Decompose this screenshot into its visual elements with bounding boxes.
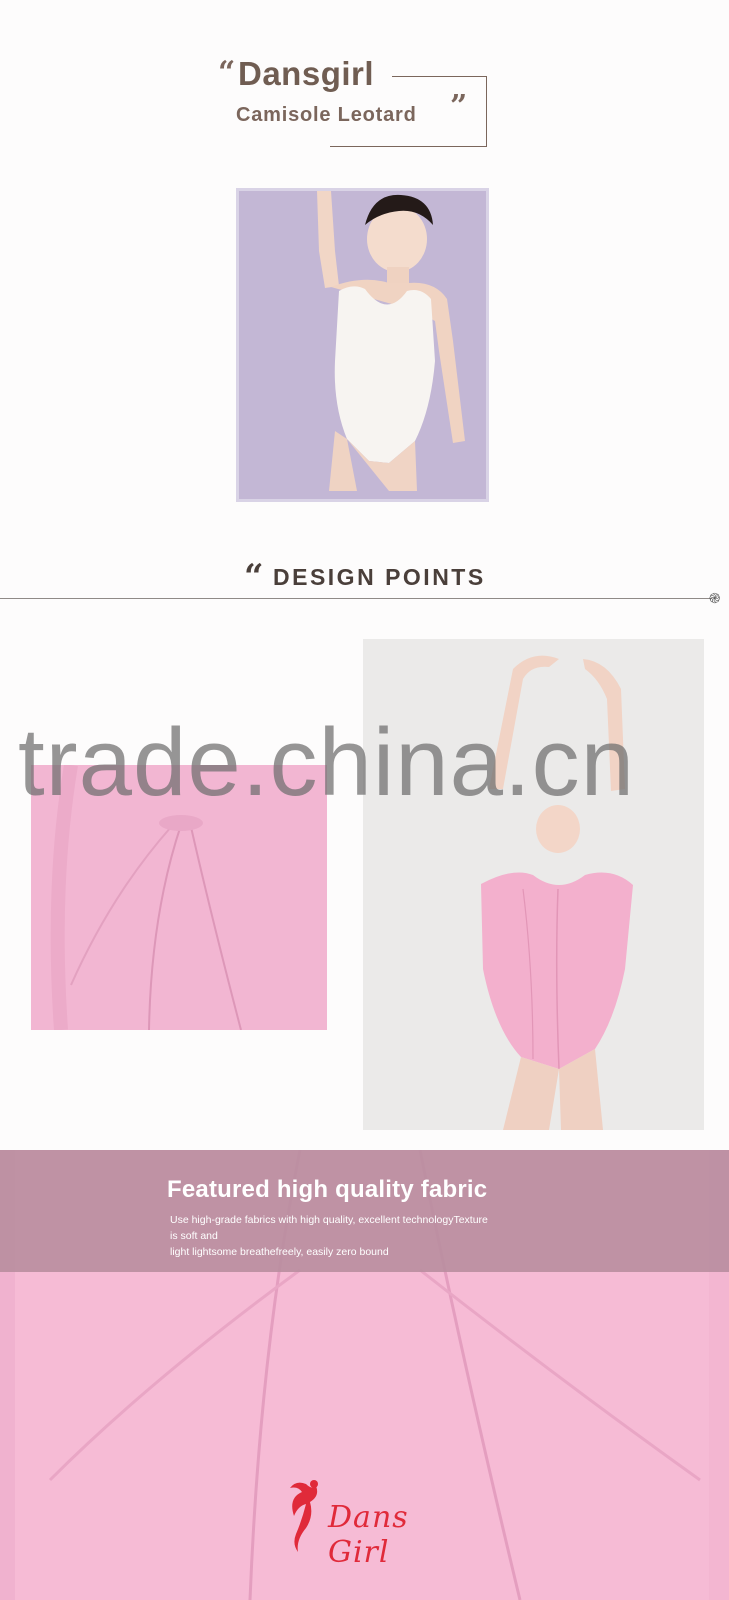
watermark-text: trade.china.cn	[18, 709, 636, 816]
brand-logo-text: Dans Girl	[328, 1500, 409, 1570]
dancer-white-leotard-illustration	[239, 191, 486, 499]
design-quote-mark: “	[244, 557, 263, 597]
title-frame-line-bottom	[330, 146, 487, 147]
fabric-description-line: is soft and	[170, 1230, 218, 1242]
design-points-header: “ DESIGN POINTS ֎	[0, 556, 729, 606]
dancer-logo-icon	[290, 1480, 318, 1552]
swirl-ornament-icon: ֎	[709, 590, 721, 606]
hero-product-photo	[236, 188, 489, 502]
fabric-headline: Featured high quality fabric	[167, 1176, 488, 1203]
brand-logo: Dans Girl	[276, 1476, 476, 1570]
open-quote-mark: “	[218, 55, 236, 90]
title-frame-line-right	[486, 76, 487, 146]
product-title-block: “ Dansgirl Camisole Leotard ”	[0, 0, 729, 170]
fabric-description-line: Use high-grade fabrics with high quality…	[170, 1214, 488, 1226]
section-divider	[0, 598, 712, 599]
close-quote-mark: ”	[450, 89, 468, 124]
product-subtitle: Camisole Leotard	[236, 104, 417, 126]
fabric-description-line: light lightsome breathefreely, easily ze…	[170, 1246, 389, 1258]
fabric-info-banner: Featured high quality fabric Use high-gr…	[0, 1150, 729, 1272]
brand-name: Dansgirl	[238, 55, 375, 92]
fabric-description: Use high-grade fabrics with high quality…	[170, 1212, 560, 1260]
design-points-title: DESIGN POINTS	[273, 564, 486, 590]
title-frame-line-top	[392, 76, 487, 77]
